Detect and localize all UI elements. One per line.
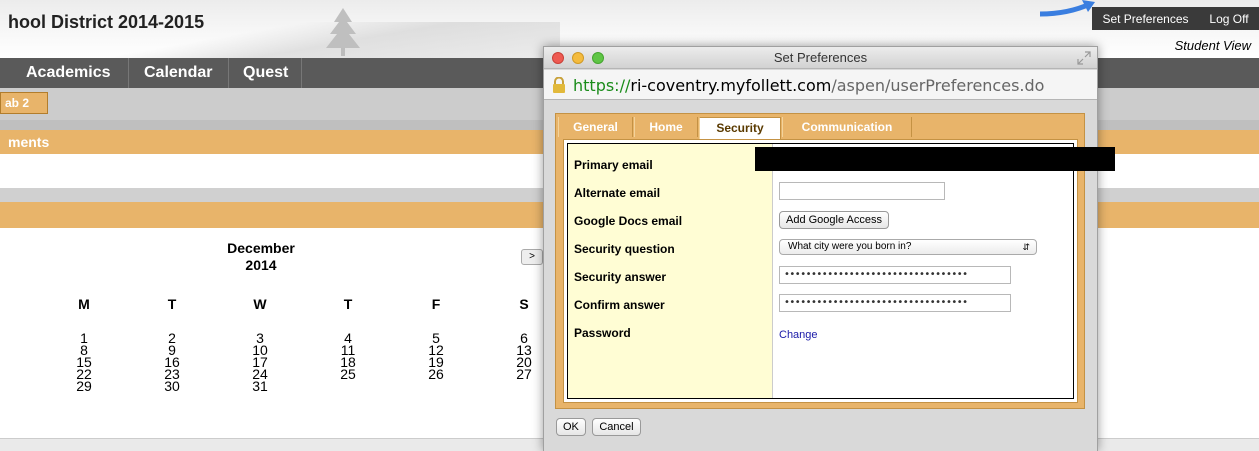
security-answer-label: Security answer — [574, 270, 667, 284]
url-host: ri-coventry.myfollett.com — [630, 76, 832, 95]
calendar-day[interactable]: 30 — [128, 379, 216, 393]
redacted-primary-email — [755, 147, 1115, 171]
calendar-day[interactable]: 29 — [40, 379, 128, 393]
alternate-email-label: Alternate email — [574, 186, 661, 200]
calendar-day[interactable]: 31 — [216, 379, 304, 393]
alternate-email-field[interactable] — [779, 182, 945, 200]
security-form-table: Primary email Alternate email Google Doc… — [567, 143, 1074, 399]
school-title: hool District 2014-2015 — [8, 12, 205, 32]
calendar-next-button[interactable]: > — [521, 249, 543, 265]
calendar-weekday: W — [253, 296, 267, 312]
change-password-link[interactable]: Change — [779, 329, 818, 341]
calendar-day[interactable]: 25 — [304, 367, 392, 381]
set-preferences-link[interactable]: Set Preferences — [1102, 12, 1188, 26]
tab-security[interactable]: Security — [699, 117, 781, 139]
tab-communication[interactable]: Communication — [782, 117, 912, 137]
dialog-buttons: OK Cancel — [556, 417, 643, 436]
log-off-link[interactable]: Log Off — [1209, 12, 1248, 26]
calendar-day[interactable]: 26 — [392, 367, 480, 381]
url-protocol: https:// — [573, 76, 631, 95]
primary-email-label: Primary email — [574, 158, 653, 172]
url-path: /aspen/userPreferences.do — [831, 76, 1045, 95]
security-question-value: What city were you born in? — [788, 241, 912, 252]
security-answer-field[interactable]: •••••••••••••••••••••••••••••••••• — [779, 266, 1011, 284]
ok-button[interactable]: OK — [556, 418, 586, 436]
nav-divider — [128, 58, 129, 88]
nav-tab-academics[interactable]: Academics — [12, 58, 125, 88]
lock-icon — [553, 77, 565, 93]
tab-general[interactable]: General — [558, 117, 633, 137]
nav-divider — [301, 58, 302, 88]
calendar-weekday: M — [78, 296, 90, 312]
security-form: Primary email Alternate email Google Doc… — [563, 139, 1078, 403]
calendar-title: December 2014 — [200, 240, 322, 274]
calendar-weekday: F — [431, 296, 441, 312]
nav-tab-calendar[interactable]: Calendar — [130, 58, 226, 88]
confirm-answer-label: Confirm answer — [574, 298, 665, 312]
section-header-label: ments — [8, 134, 50, 150]
password-label: Password — [574, 326, 631, 340]
security-question-label: Security question — [574, 242, 675, 256]
top-links: Set Preferences Log Off — [1092, 7, 1259, 30]
student-view-label: Student View — [1174, 38, 1251, 53]
tree-graphic — [326, 8, 360, 56]
select-arrows-icon: ⇵ — [1022, 242, 1030, 252]
calendar-year: 2014 — [245, 257, 277, 273]
google-docs-email-label: Google Docs email — [574, 214, 683, 228]
security-question-select[interactable]: What city were you born in? ⇵ — [779, 239, 1037, 255]
url-text: https://ri-coventry.myfollett.com/aspen/… — [573, 76, 1044, 95]
set-preferences-window: Set Preferences https://ri-coventry.myfo… — [543, 46, 1098, 451]
calendar-weekday: T — [167, 296, 177, 312]
tab-home[interactable]: Home — [634, 117, 698, 137]
arrow-icon — [1039, 0, 1095, 17]
fullscreen-icon[interactable] — [1077, 51, 1091, 65]
nav-tab-quest[interactable]: Quest — [229, 58, 302, 88]
cancel-button[interactable]: Cancel — [592, 418, 641, 436]
window-title: Set Preferences — [773, 50, 868, 65]
confirm-answer-field[interactable]: •••••••••••••••••••••••••••••••••• — [779, 294, 1011, 312]
window-titlebar[interactable]: Set Preferences — [544, 47, 1097, 69]
sub-tab[interactable]: ab 2 — [0, 92, 48, 114]
add-google-access-button[interactable]: Add Google Access — [779, 211, 890, 229]
password-field: Change — [779, 325, 818, 343]
calendar-month: December — [227, 240, 295, 256]
calendar-weekday: T — [343, 296, 353, 312]
url-bar[interactable]: https://ri-coventry.myfollett.com/aspen/… — [544, 70, 1097, 100]
